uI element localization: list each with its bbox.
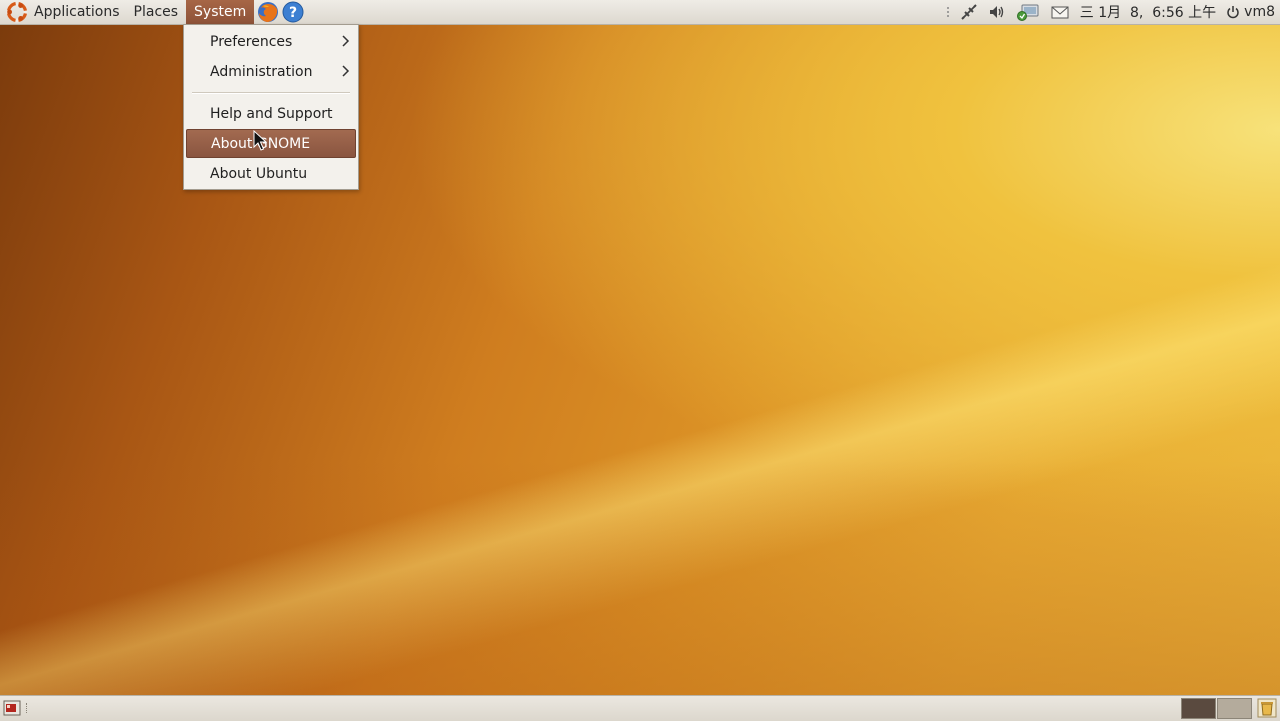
top-panel: Applications Places System ? 三 1月 8, 6:5… xyxy=(0,0,1280,25)
update-notifier-icon[interactable] xyxy=(1011,0,1045,24)
applications-menu-label: Applications xyxy=(34,4,120,20)
show-desktop-icon[interactable] xyxy=(3,700,21,716)
places-menu[interactable]: Places xyxy=(128,0,187,24)
bottom-panel xyxy=(0,695,1280,721)
system-menu-label: System xyxy=(194,4,247,20)
power-icon xyxy=(1227,6,1239,19)
volume-icon[interactable] xyxy=(983,0,1011,24)
menu-item-label: Help and Support xyxy=(210,105,333,122)
help-icon[interactable]: ? xyxy=(282,1,304,23)
trash-icon[interactable] xyxy=(1257,698,1277,718)
menu-separator xyxy=(192,92,350,94)
workspace-1[interactable] xyxy=(1181,698,1216,719)
ubuntu-logo-icon xyxy=(6,1,28,23)
chevron-right-icon xyxy=(342,65,350,77)
menu-item-label: Preferences xyxy=(210,33,293,50)
session-menu[interactable]: vm8 xyxy=(1221,0,1280,24)
applications-menu[interactable]: Applications xyxy=(0,0,128,24)
network-disconnected-icon[interactable] xyxy=(955,0,983,24)
firefox-icon[interactable] xyxy=(257,1,279,23)
menu-item-label: Administration xyxy=(210,63,313,80)
menu-item-about-gnome[interactable]: About GNOME xyxy=(186,129,356,158)
menu-item-preferences[interactable]: Preferences xyxy=(186,27,356,56)
system-tray: 三 1月 8, 6:56 上午 vm8 xyxy=(941,0,1280,24)
mail-icon[interactable] xyxy=(1045,0,1075,24)
datetime-clock[interactable]: 三 1月 8, 6:56 上午 xyxy=(1075,0,1221,24)
menu-item-label: About Ubuntu xyxy=(210,165,308,182)
workspace-2[interactable] xyxy=(1217,698,1252,719)
panel-drag-handle[interactable] xyxy=(26,703,29,713)
mouse-cursor-icon xyxy=(253,130,267,151)
svg-text:?: ? xyxy=(289,5,297,21)
menu-item-help-and-support[interactable]: Help and Support xyxy=(186,99,356,128)
menu-item-administration[interactable]: Administration xyxy=(186,57,356,86)
system-menu-dropdown: Preferences Administration Help and Supp… xyxy=(183,24,359,190)
places-menu-label: Places xyxy=(133,4,179,20)
username-label: vm8 xyxy=(1244,4,1275,20)
system-menu[interactable]: System xyxy=(186,0,255,24)
panel-handle-icon xyxy=(941,0,955,24)
chevron-right-icon xyxy=(342,35,350,47)
menu-item-about-ubuntu[interactable]: About Ubuntu xyxy=(186,159,356,188)
